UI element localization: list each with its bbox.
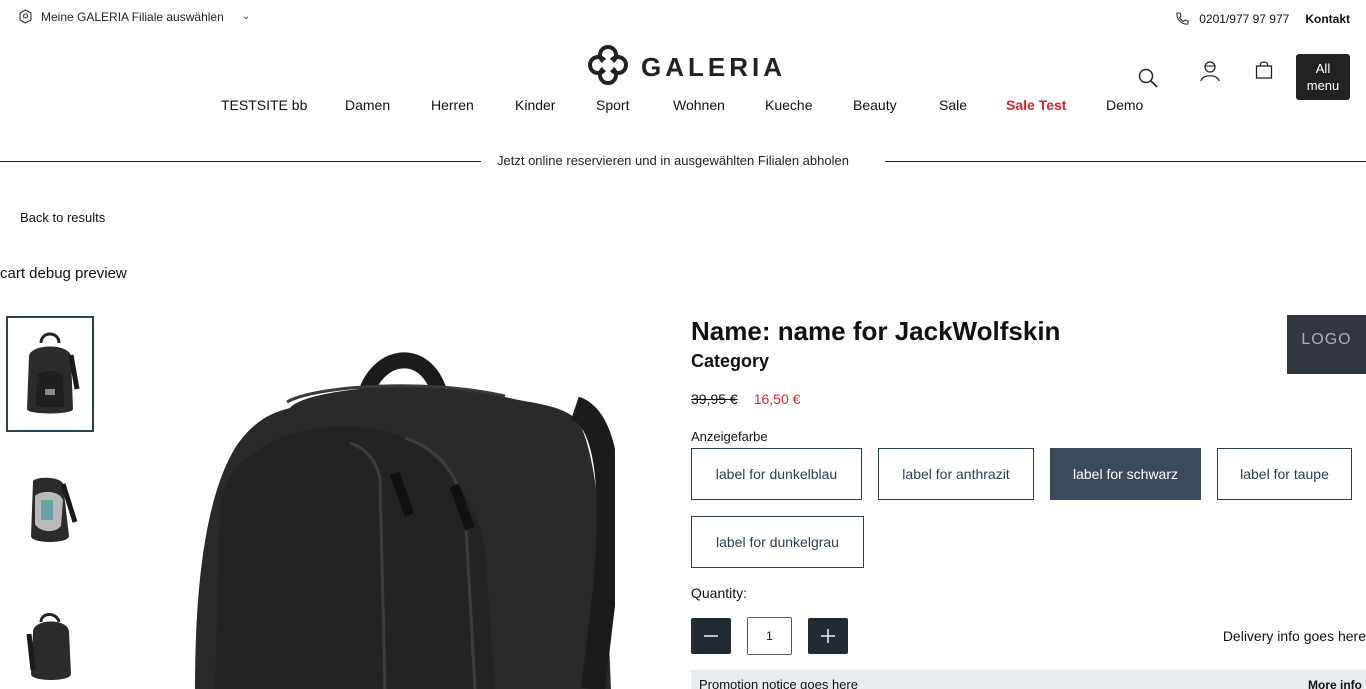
- all-menu-label-line1: All: [1315, 61, 1331, 76]
- color-option-anthrazit[interactable]: label for anthrazit: [878, 448, 1034, 500]
- thumbnail-open[interactable]: [6, 452, 94, 568]
- nav-item-herren[interactable]: Herren: [431, 97, 474, 113]
- more-info-link[interactable]: More info: [1308, 678, 1362, 689]
- cart-icon[interactable]: [1255, 60, 1273, 80]
- store-pin-icon: [18, 9, 33, 24]
- contact-link[interactable]: Kontakt: [1305, 12, 1350, 26]
- nav-item-sport[interactable]: Sport: [596, 97, 629, 113]
- account-icon[interactable]: [1200, 60, 1220, 82]
- contact-area: 0201/977 97 977 Kontakt: [1174, 11, 1350, 27]
- chevron-down-icon: ⌄: [241, 11, 251, 22]
- nav-item-wohnen[interactable]: Wohnen: [673, 97, 725, 113]
- store-selector[interactable]: Meine GALERIA Filiale auswählen ⌄: [18, 9, 250, 24]
- nav-item-kueche[interactable]: Kueche: [765, 97, 812, 113]
- main-product-image: [175, 338, 615, 689]
- quantity-label: Quantity:: [691, 585, 748, 601]
- phone-icon: [1174, 11, 1190, 27]
- nav-item-sale-test[interactable]: Sale Test: [1006, 97, 1066, 113]
- all-menu-button[interactable]: All menu: [1296, 54, 1350, 100]
- galeria-logo-icon: [587, 44, 629, 91]
- product-category: Category: [691, 351, 770, 371]
- nav-item-beauty[interactable]: Beauty: [853, 97, 897, 113]
- store-selector-label: Meine GALERIA Filiale auswählen: [41, 9, 224, 24]
- nav-item-demo[interactable]: Demo: [1106, 97, 1143, 113]
- sale-price: 16,50 €: [753, 391, 801, 407]
- nav-item-damen[interactable]: Damen: [345, 97, 390, 113]
- quantity-increase-button[interactable]: [808, 618, 848, 654]
- nav-item-sale[interactable]: Sale: [939, 97, 967, 113]
- delivery-info: Delivery info goes here: [1222, 628, 1366, 644]
- color-label: Anzeigefarbe: [691, 429, 768, 444]
- phone-number[interactable]: 0201/977 97 977: [1199, 12, 1289, 26]
- quantity-decrease-button[interactable]: [691, 618, 731, 654]
- brand-logo: LOGO: [1287, 315, 1366, 374]
- divider-left: [0, 161, 481, 162]
- quantity-input[interactable]: [747, 617, 792, 655]
- color-option-dunkelblau[interactable]: label for dunkelblau: [691, 448, 862, 500]
- logo-wordmark: GALERIA: [641, 52, 786, 82]
- color-option-dunkelgrau[interactable]: label for dunkelgrau: [691, 516, 864, 568]
- thumbnail-side[interactable]: [6, 588, 94, 689]
- color-option-schwarz[interactable]: label for schwarz: [1050, 448, 1201, 500]
- galeria-logo[interactable]: GALERIA: [587, 44, 786, 91]
- divider-right: [885, 161, 1366, 162]
- all-menu-label-line2: menu: [1306, 78, 1340, 93]
- promotion-notice-text: Promotion notice goes here: [699, 677, 858, 689]
- search-icon[interactable]: [1138, 68, 1158, 88]
- nav-item-kinder[interactable]: Kinder: [515, 97, 555, 113]
- price-block: 39,95 € 16,50 €: [691, 391, 800, 407]
- nav-item-testsite[interactable]: TESTSITE bb: [221, 97, 307, 113]
- minus-icon: [704, 635, 718, 637]
- back-to-results-link[interactable]: Back to results: [20, 210, 105, 225]
- promotion-notice: Promotion notice goes here More info: [691, 670, 1366, 689]
- thumbnail-front[interactable]: [6, 316, 94, 432]
- top-bar: Meine GALERIA Filiale auswählen ⌄ 0201/9…: [0, 0, 1366, 36]
- plus-icon: [821, 629, 835, 643]
- cart-debug-heading: cart debug preview: [0, 265, 127, 282]
- promo-banner: Jetzt online reservieren und in ausgewäh…: [0, 152, 1366, 172]
- product-name: Name: name for JackWolfskin: [691, 316, 1061, 346]
- old-price: 39,95 €: [691, 391, 738, 407]
- color-option-taupe[interactable]: label for taupe: [1217, 448, 1352, 500]
- promo-banner-text: Jetzt online reservieren und in ausgewäh…: [497, 153, 849, 168]
